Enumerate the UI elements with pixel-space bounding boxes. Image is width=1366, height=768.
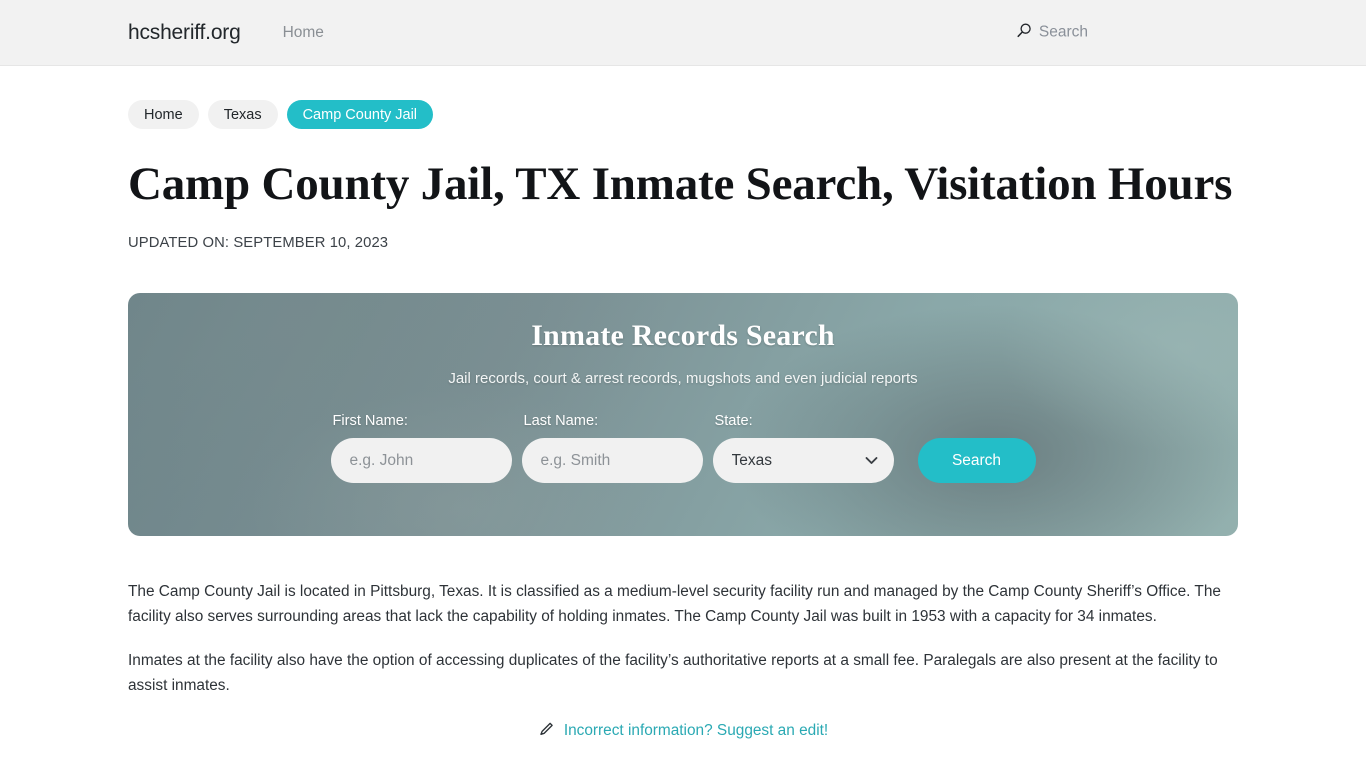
inmate-records-search-card: Inmate Records Search Jail records, cour… — [128, 293, 1238, 536]
search-card-title: Inmate Records Search — [531, 319, 835, 352]
inmate-search-form: First Name: Last Name: State: Texas — [330, 413, 1036, 483]
last-name-field-group: Last Name: — [521, 413, 703, 483]
first-name-input[interactable] — [330, 438, 512, 483]
site-logo[interactable]: hcsheriff.org — [128, 21, 241, 45]
search-submit-button[interactable]: Search — [917, 438, 1036, 483]
paragraph-2-text-end: also have the option of accessing duplic… — [128, 652, 1218, 694]
header-search-label: Search — [1038, 23, 1088, 41]
first-name-label: First Name: — [332, 413, 408, 429]
breadcrumb-item-texas[interactable]: Texas — [207, 100, 278, 129]
header-search[interactable]: Search — [1016, 22, 1088, 43]
suggest-edit-row: Incorrect information? Suggest an edit! — [128, 720, 1238, 742]
state-select[interactable]: Texas — [712, 438, 894, 483]
article-body: The Camp County Jail is located in Pitts… — [128, 580, 1238, 698]
breadcrumb-item-camp-county-jail[interactable]: Camp County Jail — [286, 100, 434, 129]
state-field-group: State: Texas — [712, 413, 894, 483]
last-name-label: Last Name: — [523, 413, 599, 429]
state-label: State: — [714, 413, 753, 429]
paragraph-2-text-start: Inmates at the — [128, 652, 230, 669]
page-content: Home Texas Camp County Jail Camp County … — [0, 66, 1366, 742]
page-title: Camp County Jail, TX Inmate Search, Visi… — [128, 158, 1233, 210]
first-name-field-group: First Name: — [330, 413, 512, 483]
paragraph-2: Inmates at the facility also have the op… — [128, 649, 1238, 698]
nav-item-home[interactable]: Home — [283, 24, 324, 42]
facility-inline-link[interactable]: facility — [230, 652, 273, 669]
last-name-input[interactable] — [521, 438, 703, 483]
updated-date: UPDATED ON: SEPTEMBER 10, 2023 — [128, 235, 389, 251]
search-card-subtitle: Jail records, court & arrest records, mu… — [448, 370, 918, 387]
breadcrumb: Home Texas Camp County Jail — [128, 66, 1238, 129]
pencil-icon — [538, 720, 555, 742]
suggest-edit-link[interactable]: Incorrect information? Suggest an edit! — [564, 722, 828, 740]
paragraph-1: The Camp County Jail is located in Pitts… — [128, 583, 1221, 625]
site-header: hcsheriff.org Home Search — [0, 0, 1366, 66]
breadcrumb-item-home[interactable]: Home — [128, 100, 199, 129]
search-icon — [1016, 22, 1032, 43]
primary-nav: Home — [283, 24, 324, 42]
